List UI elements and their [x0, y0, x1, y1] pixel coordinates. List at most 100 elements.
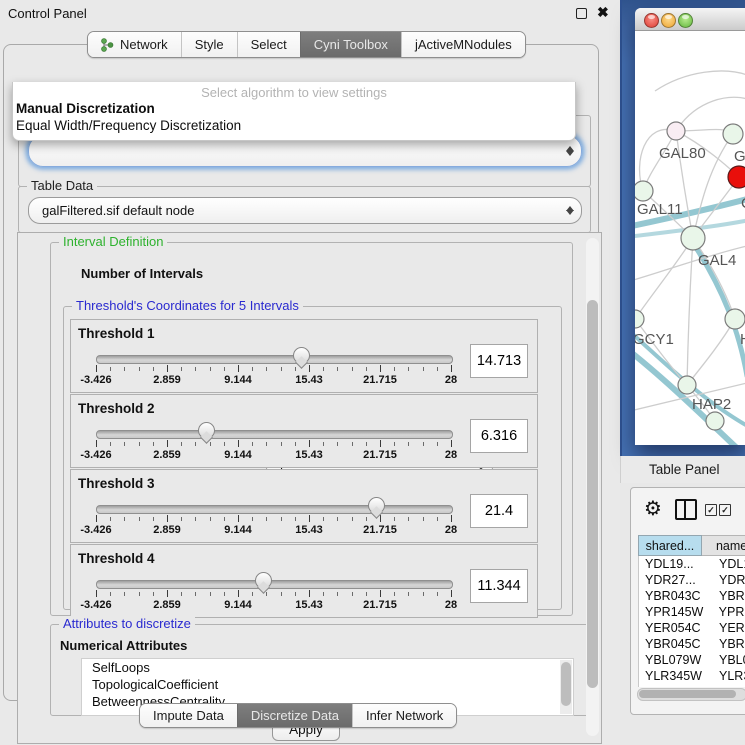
split-panel-icon[interactable] — [675, 499, 697, 520]
table-row[interactable]: YIL052CYIL052C — [639, 684, 745, 687]
network-node[interactable] — [635, 310, 644, 328]
tick-mark — [266, 517, 267, 521]
node-label: GAL80 — [659, 145, 706, 162]
node-label: HAP2 — [692, 396, 731, 413]
tick-label: 15.43 — [295, 524, 323, 536]
tick-mark — [210, 517, 211, 521]
tab-select[interactable]: Select — [237, 32, 300, 57]
tick-mark — [266, 442, 267, 446]
slider-thumb[interactable] — [293, 347, 310, 364]
tick-label: 2.859 — [153, 524, 181, 536]
network-node[interactable] — [635, 181, 653, 201]
tab-network[interactable]: Network — [88, 32, 181, 57]
scrollbar-thumb[interactable] — [561, 662, 571, 706]
tick-mark — [181, 592, 182, 596]
tick-mark — [423, 442, 424, 446]
vertical-scrollbar[interactable] — [560, 660, 572, 714]
slider-track[interactable] — [96, 430, 453, 439]
table-data-combobox[interactable]: galFiltered.sif default node — [28, 197, 582, 224]
tick-mark — [451, 365, 452, 372]
threshold-value-field[interactable]: 6.316 — [470, 419, 528, 453]
tab-cyni-toolbox[interactable]: Cyni Toolbox — [300, 32, 401, 57]
tick-mark — [153, 517, 154, 521]
table-row[interactable]: YBR043CYBR043C — [639, 588, 745, 604]
tab-label: Infer Network — [366, 708, 443, 723]
slider-track[interactable] — [96, 505, 453, 514]
list-item[interactable]: SelfLoops — [82, 659, 573, 676]
threshold-value-field[interactable]: 21.4 — [470, 494, 528, 528]
threshold-row: Threshold 3-3.4262.8599.14415.4321.71528… — [70, 469, 538, 543]
tab-impute-data[interactable]: Impute Data — [140, 704, 237, 727]
network-node[interactable] — [681, 226, 705, 250]
checkbox-icon[interactable]: ✓ — [719, 504, 731, 516]
table-cell: YPR145W — [639, 604, 711, 620]
table-row[interactable]: YBR045CYBR045C — [639, 636, 745, 652]
table-row[interactable]: YER054CYER054C — [639, 620, 745, 636]
gear-icon[interactable]: ⚙ — [644, 496, 662, 520]
tab-label: Style — [195, 37, 224, 52]
node-label: GAL4 — [698, 252, 736, 269]
table-panel-header: Table Panel — [620, 456, 745, 483]
threshold-row: Threshold 1-3.4262.8599.14415.4321.71528… — [70, 319, 538, 393]
tab-jactivemnodules[interactable]: jActiveMNodules — [401, 32, 525, 57]
network-node[interactable] — [678, 376, 696, 394]
table-row[interactable]: YDL19...YDL19 — [639, 556, 745, 572]
network-node[interactable] — [667, 122, 685, 140]
close-icon[interactable]: ✖ — [597, 4, 609, 21]
threshold-slider: -3.4262.8599.14415.4321.71528 — [71, 470, 461, 542]
slider-track[interactable] — [96, 580, 453, 589]
traffic-light-close-icon[interactable] — [644, 13, 659, 28]
tab-discretize-data[interactable]: Discretize Data — [237, 704, 352, 727]
network-node[interactable] — [728, 166, 745, 188]
tick-label: 2.859 — [153, 449, 181, 461]
traffic-light-zoom-icon[interactable] — [678, 13, 693, 28]
slider-track[interactable] — [96, 355, 453, 364]
algorithm-hint: Select algorithm to view settings — [13, 82, 575, 100]
table-row[interactable]: YPR145WYPR145W — [639, 604, 745, 620]
table-cell: YDL19... — [639, 556, 711, 572]
tick-label: 28 — [445, 599, 457, 611]
slider-thumb[interactable] — [198, 422, 215, 439]
horizontal-scrollbar[interactable] — [637, 688, 745, 701]
vertical-scrollbar[interactable] — [586, 238, 599, 736]
table-cell: YLR345W — [639, 668, 711, 684]
node-label: GA — [734, 148, 745, 165]
list-item[interactable]: TopologicalCoefficient — [82, 676, 573, 693]
right-side-panels: GAL80 GA C GAL11 GAL4 GCY1 H HAP2 Table … — [620, 0, 745, 745]
network-node[interactable] — [723, 124, 743, 144]
scrollbar-thumb[interactable] — [587, 300, 598, 688]
table-row[interactable]: YBL079WYBL079W — [639, 652, 745, 668]
scrollbar-thumb[interactable] — [639, 690, 736, 698]
checkbox-icon[interactable]: ✓ — [705, 504, 717, 516]
network-node[interactable] — [725, 309, 745, 329]
network-canvas[interactable]: GAL80 GA C GAL11 GAL4 GCY1 H HAP2 — [635, 31, 745, 445]
tick-mark — [252, 442, 253, 446]
tick-mark — [437, 517, 438, 521]
table-row[interactable]: YDR27...YDR27 — [639, 572, 745, 588]
traffic-light-minimize-icon[interactable] — [661, 13, 676, 28]
tick-mark — [110, 367, 111, 371]
slider-thumb[interactable] — [255, 572, 272, 589]
threshold-value-field[interactable]: 14.713 — [470, 344, 528, 378]
tick-mark — [352, 367, 353, 371]
table-row[interactable]: YLR345WYLR345W — [639, 668, 745, 684]
column-header-shared-name[interactable]: shared... — [638, 535, 702, 556]
tick-mark — [309, 440, 310, 447]
tick-mark — [266, 367, 267, 371]
tick-mark — [266, 592, 267, 596]
tab-infer-network[interactable]: Infer Network — [352, 704, 456, 727]
network-node[interactable] — [706, 412, 724, 430]
menu-item-manual-discretization[interactable]: Manual Discretization — [13, 100, 575, 117]
tick-mark — [124, 592, 125, 596]
float-window-icon[interactable] — [576, 8, 587, 19]
tick-mark — [408, 517, 409, 521]
tick-mark — [238, 590, 239, 597]
menu-item-equal-width-frequency[interactable]: Equal Width/Frequency Discretization — [13, 117, 575, 134]
threshold-value-field[interactable]: 11.344 — [470, 569, 528, 603]
tick-mark — [366, 517, 367, 521]
tab-style[interactable]: Style — [181, 32, 237, 57]
tick-mark — [437, 592, 438, 596]
node-attribute-table: shared... name YDL19...YDL19YDR27...YDR2… — [638, 535, 745, 687]
column-header-name[interactable]: name — [702, 535, 745, 556]
table-cell: YBR045C — [711, 636, 745, 652]
